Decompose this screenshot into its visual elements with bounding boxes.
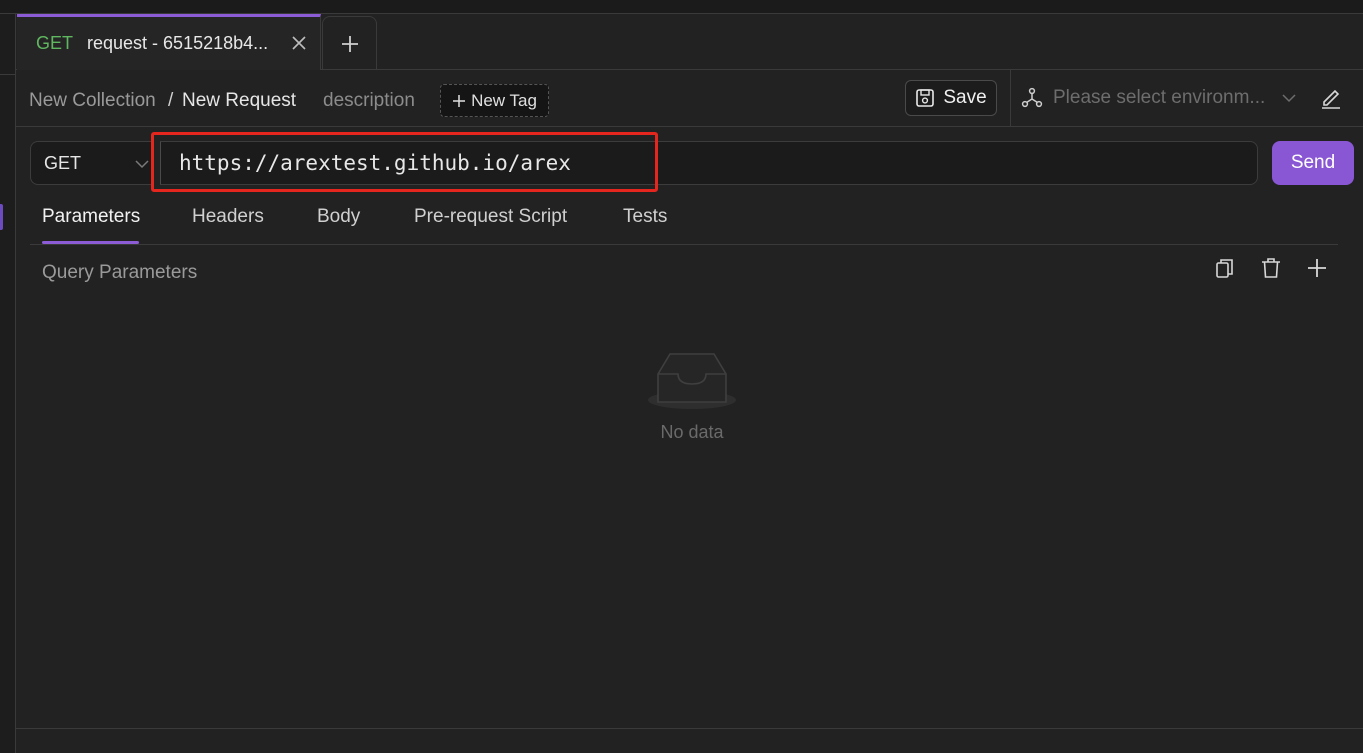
title-strip	[0, 0, 1363, 14]
request-tab-bar: GET request - 6515218b4...	[16, 14, 1363, 70]
tab-parameters[interactable]: Parameters	[42, 206, 140, 228]
tab-title: request - 6515218b4...	[87, 33, 269, 53]
add-tab-button[interactable]	[322, 16, 377, 70]
environment-placeholder: Please select environm...	[1053, 87, 1266, 108]
new-tag-button[interactable]: New Tag	[440, 84, 549, 117]
edit-environment-icon[interactable]	[1318, 84, 1344, 110]
new-tag-label: New Tag	[471, 90, 537, 110]
chevron-down-icon	[1282, 94, 1296, 103]
environment-select[interactable]: Please select environm...	[1021, 82, 1321, 114]
copy-icon[interactable]	[1213, 256, 1237, 280]
empty-state-text: No data	[660, 422, 724, 442]
url-input[interactable]: https://arextest.github.io/arex	[160, 141, 1258, 185]
close-icon[interactable]	[290, 34, 308, 52]
tab-headers[interactable]: Headers	[192, 206, 264, 228]
app-window: GET request - 6515218b4... New Collectio…	[0, 0, 1363, 753]
request-header-row: New Collection / New Request description…	[16, 70, 1363, 127]
description-field[interactable]: description	[323, 90, 415, 112]
empty-inbox-icon	[648, 353, 736, 409]
breadcrumb-separator: /	[168, 90, 174, 111]
save-button[interactable]: Save	[905, 80, 997, 116]
bottom-panel-bar	[16, 728, 1363, 753]
save-icon	[916, 89, 935, 107]
chevron-down-icon	[135, 160, 149, 169]
tab-body[interactable]: Body	[317, 206, 360, 228]
left-sidebar-rail[interactable]	[0, 14, 16, 753]
http-method-value: GET	[44, 152, 82, 173]
tab-pre-request-script[interactable]: Pre-request Script	[414, 206, 567, 228]
tab-tests[interactable]: Tests	[623, 206, 667, 228]
plus-icon[interactable]	[1305, 256, 1329, 280]
send-button[interactable]: Send	[1272, 141, 1354, 185]
environment-icon	[1021, 87, 1043, 108]
empty-state: No data	[640, 348, 744, 448]
breadcrumb-request-name[interactable]: New Request	[182, 90, 296, 112]
active-rail-marker	[0, 204, 3, 230]
request-tabs: Parameters Headers Body Pre-request Scri…	[30, 200, 1338, 245]
trash-icon[interactable]	[1259, 256, 1283, 280]
tab-method: GET	[36, 33, 74, 53]
env-divider	[1010, 70, 1011, 126]
save-label: Save	[943, 87, 987, 108]
rail-divider	[0, 74, 16, 75]
breadcrumb-collection[interactable]: New Collection	[29, 90, 156, 112]
active-tab-indicator	[42, 241, 139, 244]
plus-icon	[453, 94, 466, 107]
http-method-select[interactable]: GET	[30, 141, 154, 185]
plus-icon	[341, 35, 358, 52]
query-parameters-title: Query Parameters	[42, 262, 198, 283]
request-tab[interactable]: GET request - 6515218b4...	[17, 14, 321, 70]
